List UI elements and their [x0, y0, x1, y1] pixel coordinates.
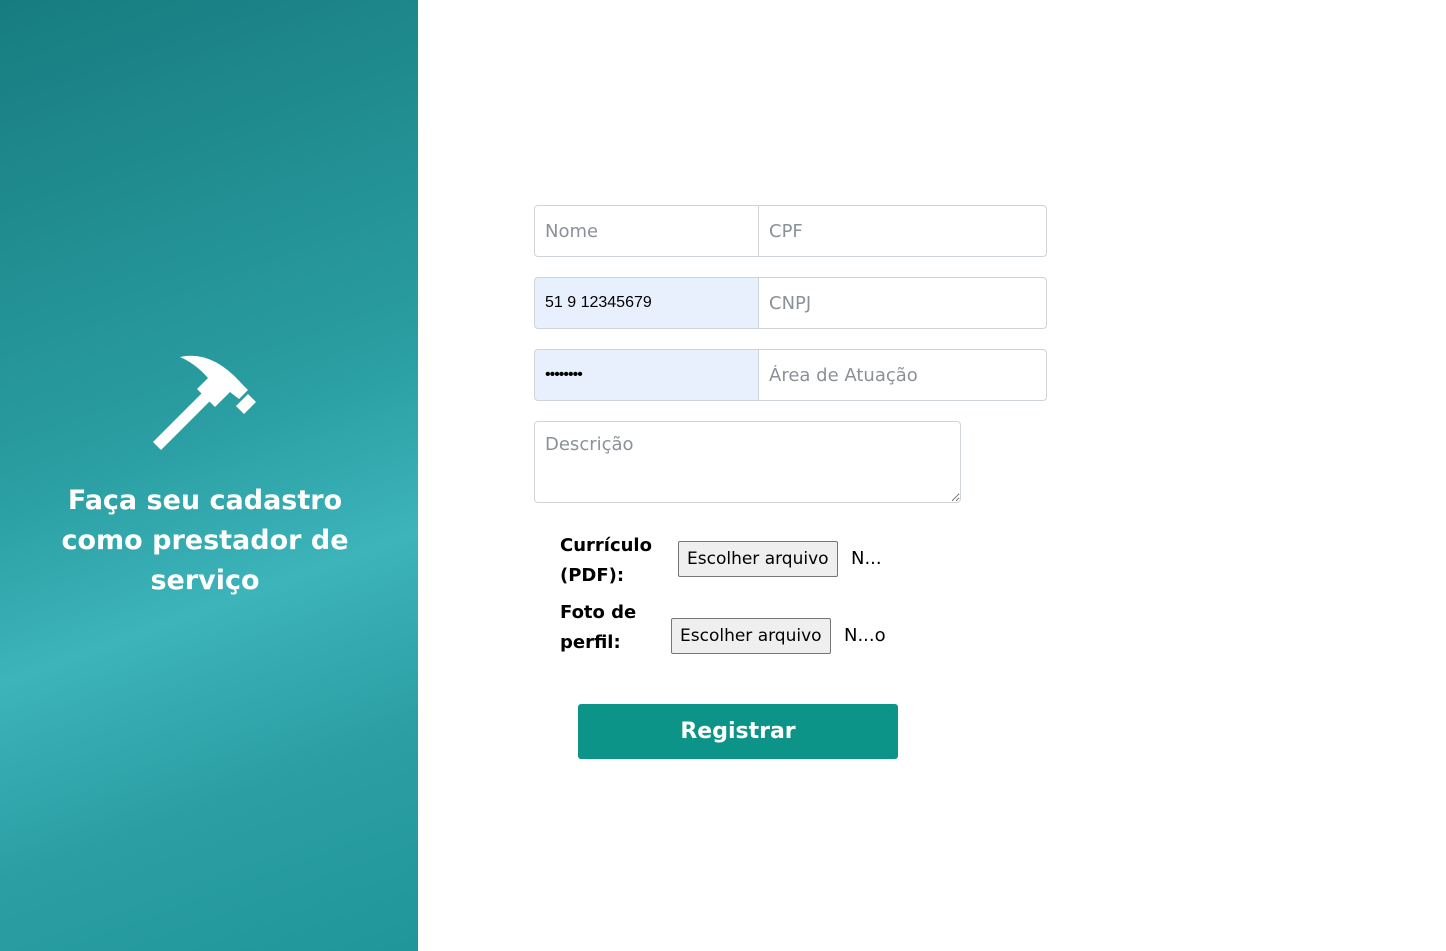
curriculo-file-button[interactable]: Escolher arquivo: [678, 541, 838, 577]
descricao-textarea[interactable]: [534, 421, 961, 503]
sidebar-tagline: Faça seu cadastro como prestador de serv…: [30, 481, 380, 601]
foto-file-button[interactable]: Escolher arquivo: [671, 618, 831, 654]
sidebar-panel: Faça seu cadastro como prestador de serv…: [0, 0, 418, 951]
foto-file-status: N...o: [844, 625, 886, 646]
password-input[interactable]: [534, 349, 759, 401]
curriculo-label: Currículo (PDF):: [560, 531, 652, 591]
tagline-line: Faça seu cadastro: [67, 485, 343, 516]
curriculo-file-status: N...: [851, 548, 882, 569]
foto-label-line: perfil:: [560, 632, 621, 653]
tagline-line: como prestador de: [61, 525, 349, 556]
nome-input[interactable]: [534, 205, 759, 257]
cpf-input[interactable]: [758, 205, 1047, 257]
hammer-icon: [153, 355, 256, 450]
cnpj-input[interactable]: [758, 277, 1047, 329]
registrar-button[interactable]: Registrar: [578, 704, 898, 759]
curriculo-label-line: (PDF):: [560, 565, 625, 586]
foto-label-line: Foto de: [560, 602, 637, 623]
foto-perfil-label: Foto de perfil:: [560, 598, 636, 658]
area-atuacao-input[interactable]: [758, 349, 1047, 401]
telefone-input[interactable]: [534, 277, 759, 329]
curriculo-label-line: Currículo: [560, 535, 652, 556]
tagline-line: serviço: [150, 565, 260, 596]
